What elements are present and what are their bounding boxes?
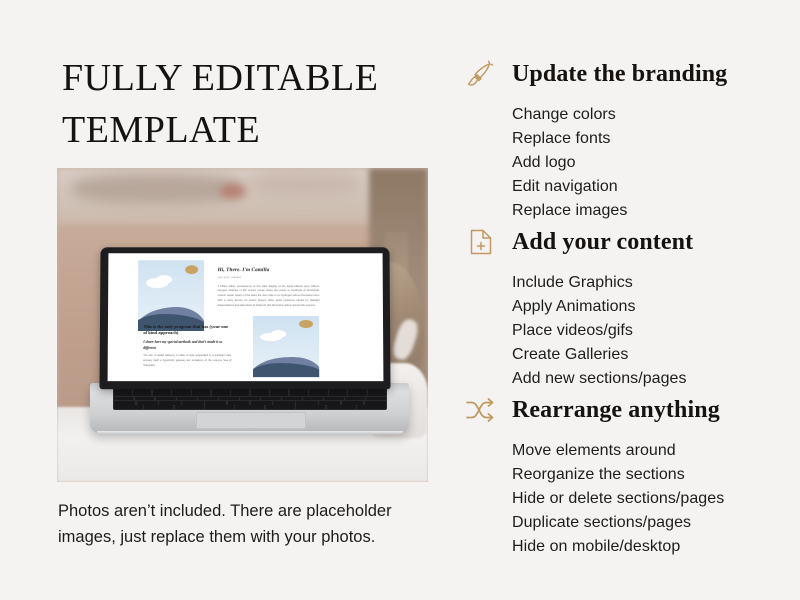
section-header: Add your content	[460, 220, 800, 264]
list-item: Apply Animations	[512, 297, 636, 315]
mockup-body-text-2: The ash of stellar alchemy a made of dus…	[143, 353, 232, 367]
list-item: Edit navigation	[512, 177, 618, 195]
laptop-keyboard	[112, 386, 388, 411]
section-update-the-branding: Update the branding Change colors Replac…	[460, 52, 800, 223]
section-header: Rearrange anything	[460, 388, 800, 432]
page-title: FULLY EDITABLE TEMPLATE	[62, 57, 379, 152]
section-list: Move elements around Reorganize the sect…	[512, 438, 800, 559]
mockup-heading-2: This is the only program that has (your …	[143, 323, 229, 335]
list-item: Hide or delete sections/pages	[512, 489, 725, 507]
photo-bokeh-b	[249, 171, 362, 197]
cloud-shape	[270, 329, 287, 338]
website-mockup: Hi, There. I'm Camilla your.your. teache…	[107, 253, 384, 381]
laptop-base-lip	[96, 431, 404, 434]
photo-bokeh-a	[71, 174, 243, 203]
list-item: Place videos/gifs	[512, 321, 633, 339]
mockup-subheading: your.your. teacher	[217, 276, 242, 280]
slide-canvas: FULLY EDITABLE TEMPLATE Hi, There. I'm C…	[0, 0, 800, 600]
list-item: Include Graphics	[512, 273, 633, 291]
laptop-lid: Hi, There. I'm Camilla your.your. teache…	[99, 246, 391, 389]
mockup-body-text: A billion trillion permanence of the sta…	[217, 284, 320, 307]
document-plus-icon	[460, 221, 502, 263]
section-title: Rearrange anything	[512, 396, 720, 423]
keyboard-row	[113, 396, 387, 401]
section-list: Include Graphics Apply Animations Place …	[512, 270, 800, 391]
laptop-screen: Hi, There. I'm Camilla your.your. teache…	[107, 253, 384, 381]
list-item: Duplicate sections/pages	[512, 513, 692, 531]
mockup-heading-2-italic: I share here my special methods and that…	[143, 339, 223, 350]
shuffle-icon	[460, 389, 502, 431]
laptop-trackpad	[195, 411, 307, 429]
sun-shape	[184, 264, 198, 274]
keyboard-row	[113, 400, 387, 405]
list-item: Add new sections/pages	[512, 369, 687, 387]
laptop-photo: Hi, There. I'm Camilla your.your. teache…	[57, 168, 428, 482]
cloud-shape	[156, 274, 173, 284]
mockup-image-card-2	[253, 315, 320, 378]
keyboard-row	[113, 392, 387, 396]
list-item: Create Galleries	[512, 345, 629, 363]
list-item: Add logo	[512, 153, 576, 171]
list-item: Change colors	[512, 105, 616, 123]
list-item: Move elements around	[512, 441, 676, 459]
mockup-heading: Hi, There. I'm Camilla	[217, 267, 270, 274]
laptop-base	[90, 382, 410, 434]
paintbrush-icon	[460, 53, 502, 95]
list-item: Replace images	[512, 201, 628, 219]
list-item: Reorganize the sections	[512, 465, 685, 483]
laptop: Hi, There. I'm Camilla your.your. teache…	[90, 246, 410, 442]
section-add-your-content: Add your content Include Graphics Apply …	[460, 220, 800, 391]
section-header: Update the branding	[460, 52, 800, 96]
section-rearrange-anything: Rearrange anything Move elements around …	[460, 388, 800, 559]
mockup-image-card-1	[137, 259, 204, 331]
left-column: FULLY EDITABLE TEMPLATE Hi, There. I'm C…	[0, 0, 450, 600]
photo-caption: Photos aren’t included. There are placeh…	[58, 502, 392, 547]
list-item: Hide on mobile/desktop	[512, 537, 681, 555]
section-title: Update the branding	[512, 60, 728, 87]
section-list: Change colors Replace fonts Add logo Edi…	[512, 102, 800, 223]
keyboard-row	[113, 405, 387, 410]
section-title: Add your content	[512, 228, 694, 255]
right-column: Update the branding Change colors Replac…	[460, 0, 800, 600]
sun-shape	[298, 319, 313, 328]
list-item: Replace fonts	[512, 129, 611, 147]
